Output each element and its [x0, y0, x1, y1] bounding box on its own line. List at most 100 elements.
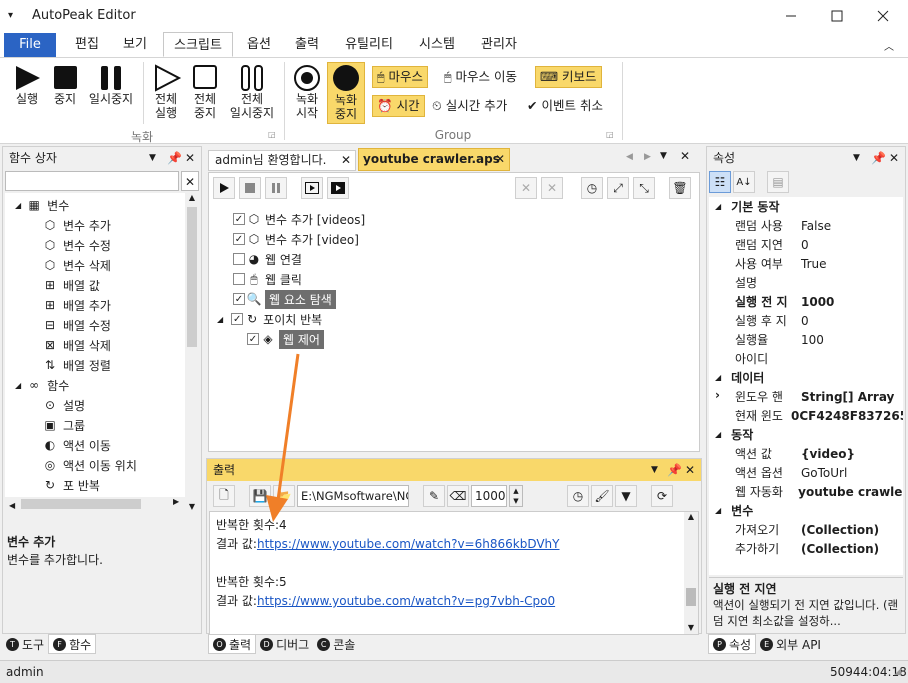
tab-external-api[interactable]: E 외부 API	[756, 634, 825, 654]
expand-button[interactable]: ⤢	[607, 177, 629, 199]
toolbox-item[interactable]: ⬡ 변수 삭제	[5, 255, 199, 275]
maximize-button[interactable]	[814, 0, 860, 32]
toolbox-item[interactable]: ◢ ∞ 함수	[5, 375, 199, 395]
tab-output-panel[interactable]: O 출력	[208, 634, 257, 654]
script-node[interactable]: ◕ 웹 연결	[217, 249, 687, 269]
dropdown-icon[interactable]: ▼	[853, 147, 860, 169]
property-row[interactable]: 아이디	[709, 349, 903, 368]
toolbox-item[interactable]: ◎ 액션 이동 위치	[5, 455, 199, 475]
stop-button[interactable]: 중지	[48, 64, 82, 106]
node-checkbox[interactable]	[233, 273, 245, 285]
doc-tab-welcome[interactable]: admin님 환영합니다. ✕	[208, 150, 356, 171]
color-button[interactable]: 🖌	[591, 485, 613, 507]
node-checkbox[interactable]	[233, 253, 245, 265]
dialog-launcher-icon[interactable]: ◲	[268, 130, 276, 139]
pause-all-button[interactable]: 전체 일시중지	[226, 64, 278, 120]
scroll-right-icon[interactable]: ▶	[644, 152, 651, 162]
property-row[interactable]: 액션 옵션 GoToUrl	[709, 463, 903, 482]
node-checkbox[interactable]: ✓	[233, 213, 245, 225]
expand-icon[interactable]: ◢	[217, 315, 223, 324]
count-stepper[interactable]: ▲ ▼	[509, 485, 523, 507]
tab-functions[interactable]: F 함수	[48, 634, 97, 654]
tab-file[interactable]: File	[4, 33, 56, 57]
resize-grip-icon[interactable]: ◢	[894, 667, 901, 677]
property-row[interactable]: 사용 여부 True	[709, 254, 903, 273]
pause-button[interactable]: 일시중지	[86, 64, 136, 106]
record-stop-button[interactable]: 녹화 중지	[327, 62, 365, 124]
toolbox-hscrollbar[interactable]: ◀ ▶	[5, 497, 185, 511]
run-from-button[interactable]	[301, 177, 323, 199]
toolbox-item[interactable]: ⊠ 배열 삭제	[5, 335, 199, 355]
toolbox-item[interactable]: ◐ 액션 이동	[5, 435, 199, 455]
timer-button[interactable]: ◷	[581, 177, 603, 199]
output-path-field[interactable]: E:\NGMsoftware\NG	[297, 485, 409, 507]
pause-script-button[interactable]	[265, 177, 287, 199]
stop-script-button[interactable]	[239, 177, 261, 199]
dialog-launcher-icon[interactable]: ◲	[606, 130, 614, 139]
tab-options[interactable]: 옵션	[238, 32, 280, 57]
toolbox-item[interactable]: ⊞ 배열 값	[5, 275, 199, 295]
toolbox-item[interactable]: ↻ 포 반복	[5, 475, 199, 495]
toolbox-item[interactable]: ⬡ 변수 추가	[5, 215, 199, 235]
script-node[interactable]: 🖱 웹 클릭	[217, 269, 687, 289]
run-script-button[interactable]	[213, 177, 235, 199]
property-row[interactable]: 웹 자동화 youtube crawler	[709, 482, 903, 501]
property-row[interactable]: › 윈도우 핸 String[] Array	[709, 387, 903, 406]
property-pages-button[interactable]: ▤	[767, 171, 789, 193]
mouse-move-button[interactable]: 🖱 마우스 이동	[444, 66, 517, 88]
tab-debug[interactable]: D 디버그	[256, 634, 313, 654]
scroll-left-icon[interactable]: ◀	[626, 152, 633, 162]
delete-button[interactable]: ✕	[515, 177, 537, 199]
tab-tools[interactable]: T 도구	[2, 634, 48, 654]
dropdown-icon[interactable]: ▼	[149, 147, 156, 169]
node-checkbox[interactable]: ✓	[233, 293, 245, 305]
pin-icon[interactable]: 📌	[667, 459, 682, 481]
tab-console[interactable]: C 콘솔	[313, 634, 359, 654]
time-record-button[interactable]: ⏰ 시간	[372, 95, 425, 117]
close-icon[interactable]: ✕	[185, 147, 195, 169]
realtime-add-button[interactable]: ⏲ 실시간 추가	[432, 95, 507, 117]
property-category[interactable]: ◢ 데이터	[709, 368, 903, 387]
erase-button[interactable]: ⌫	[447, 485, 469, 507]
keyboard-button[interactable]: ⌨ 키보드	[535, 66, 602, 88]
property-row[interactable]: 실행 전 지 1000	[709, 292, 903, 311]
tab-admin[interactable]: 관리자	[472, 32, 526, 57]
script-node[interactable]: ◢ ✓ ↻ 포이치 반복	[217, 309, 687, 329]
collapse-ribbon-icon[interactable]: ︿	[884, 38, 894, 53]
property-row[interactable]: 설명	[709, 273, 903, 292]
toolbox-item[interactable]: ⊙ 설명	[5, 395, 199, 415]
toolbox-item[interactable]: ⊟ 배열 수정	[5, 315, 199, 335]
toolbox-item[interactable]: ▣ 그룹	[5, 415, 199, 435]
script-node[interactable]: ✓ ◈ 웹 제어	[217, 329, 687, 349]
property-category[interactable]: ◢ 기본 동작	[709, 197, 903, 216]
toolbox-scrollbar[interactable]: ▲ ▼	[185, 193, 199, 511]
refresh-button[interactable]: ⟳	[651, 485, 673, 507]
run-selected-button[interactable]	[327, 177, 349, 199]
tab-output[interactable]: 출력	[286, 32, 328, 57]
doc-tab-youtube-crawler[interactable]: youtube crawler.aps ✕	[358, 148, 510, 171]
fill-button[interactable]: ▼	[615, 485, 637, 507]
script-node[interactable]: ✓ ⬡ 변수 추가 [videos]	[217, 209, 687, 229]
record-start-button[interactable]: 녹화 시작	[290, 64, 324, 120]
run-button[interactable]: 실행	[10, 64, 44, 106]
dropdown-icon[interactable]: ▼	[651, 459, 658, 481]
alphabetical-button[interactable]: A↓	[733, 171, 755, 193]
quick-access-icon[interactable]: ▾	[8, 10, 13, 21]
toolbox-item[interactable]: ⊞ 배열 추가	[5, 295, 199, 315]
property-row[interactable]: 현재 윈도 0CF4248F8372651D	[709, 406, 903, 425]
toolbox-item[interactable]: ⬡ 변수 수정	[5, 235, 199, 255]
clear-search-button[interactable]: ✕	[181, 171, 199, 191]
stop-all-button[interactable]: 전체 중지	[188, 64, 222, 120]
tab-utility[interactable]: 유틸리티	[336, 32, 402, 57]
property-row[interactable]: 실행율 100	[709, 330, 903, 349]
toolbox-search-input[interactable]	[5, 171, 179, 191]
close-icon[interactable]: ✕	[680, 149, 690, 163]
tab-view[interactable]: 보기	[114, 32, 156, 57]
new-output-button[interactable]: 🗋	[213, 485, 235, 507]
property-row[interactable]: 랜덤 지연 0	[709, 235, 903, 254]
property-row[interactable]: 실행 후 지 0	[709, 311, 903, 330]
property-row[interactable]: 랜덤 사용 False	[709, 216, 903, 235]
output-link[interactable]: https://www.youtube.com/watch?v=pg7vbh-C…	[257, 594, 555, 608]
script-node[interactable]: ✓ 🔍 웹 요소 탐색	[217, 289, 687, 309]
node-checkbox[interactable]: ✓	[247, 333, 259, 345]
